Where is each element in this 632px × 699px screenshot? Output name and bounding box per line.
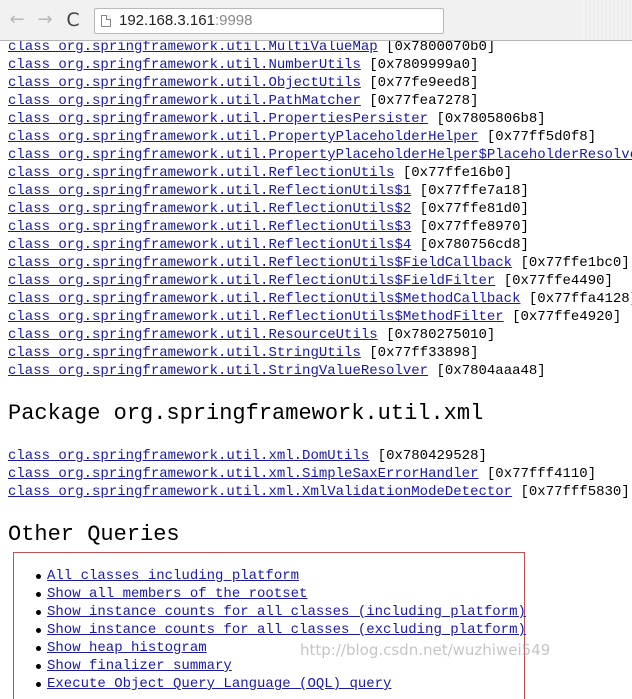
- class-address: [0x77ffe8970]: [419, 219, 529, 235]
- class-row: class org.springframework.util.Propertie…: [8, 110, 632, 128]
- class-row: class org.springframework.util.Reflectio…: [8, 290, 632, 308]
- url-host: 192.168.3.161: [119, 12, 215, 29]
- class-row: class org.springframework.util.Reflectio…: [8, 236, 632, 254]
- class-row: class org.springframework.util.Reflectio…: [8, 164, 632, 182]
- class-row: class org.springframework.util.StringUti…: [8, 344, 632, 362]
- query-item: Execute Object Query Language (OQL) quer…: [34, 675, 526, 693]
- package-heading: Package org.springframework.util.xml: [8, 401, 484, 426]
- class-address: [0x77ffe4490]: [503, 273, 613, 289]
- class-link[interactable]: class org.springframework.util.Reflectio…: [8, 219, 411, 235]
- class-row: class org.springframework.util.Reflectio…: [8, 182, 632, 200]
- class-address: [0x77ff5d0f8]: [486, 129, 597, 145]
- class-row: class org.springframework.util.ObjectUti…: [8, 74, 632, 92]
- class-link[interactable]: class org.springframework.util.Reflectio…: [8, 201, 411, 217]
- class-link[interactable]: class org.springframework.util.Reflectio…: [8, 183, 411, 199]
- query-item: Show finalizer summary: [34, 657, 526, 675]
- query-link[interactable]: Show instance counts for all classes (ex…: [47, 622, 526, 638]
- class-link[interactable]: class org.springframework.util.Reflectio…: [8, 273, 495, 289]
- query-link[interactable]: Show instance counts for all classes (in…: [47, 604, 526, 620]
- class-link[interactable]: class org.springframework.util.xml.Simpl…: [8, 466, 478, 482]
- url-port: :9998: [214, 12, 253, 29]
- class-row: class org.springframework.util.Reflectio…: [8, 200, 632, 218]
- class-row: class org.springframework.util.PropertyP…: [8, 128, 632, 146]
- other-queries-heading: Other Queries: [8, 522, 180, 547]
- class-link[interactable]: class org.springframework.util.StringUti…: [8, 345, 361, 361]
- query-link[interactable]: Execute Object Query Language (OQL) quer…: [47, 676, 391, 692]
- reload-icon[interactable]: C: [62, 9, 84, 31]
- class-list-util: class org.springframework.util.MultiValu…: [8, 41, 632, 380]
- class-address: [0x7809999a0]: [369, 57, 479, 73]
- address-url: 192.168.3.161:9998: [119, 9, 252, 33]
- class-address: [0x77ff33898]: [369, 345, 479, 361]
- class-link[interactable]: class org.springframework.util.PathMatch…: [8, 93, 361, 109]
- query-link[interactable]: Show finalizer summary: [47, 658, 232, 674]
- class-row: class org.springframework.util.PathMatch…: [8, 92, 632, 110]
- back-arrow-icon[interactable]: ←: [6, 9, 28, 31]
- class-link[interactable]: class org.springframework.util.xml.XmlVa…: [8, 484, 512, 500]
- class-address: [0x77ffe81d0]: [419, 201, 529, 217]
- class-row: class org.springframework.util.xml.Simpl…: [8, 465, 630, 483]
- class-link[interactable]: class org.springframework.util.PropertyP…: [8, 147, 632, 163]
- class-address: [0x780275010]: [386, 327, 496, 343]
- class-row: class org.springframework.util.NumberUti…: [8, 56, 632, 74]
- class-link[interactable]: class org.springframework.util.ObjectUti…: [8, 75, 361, 91]
- class-link[interactable]: class org.springframework.util.StringVal…: [8, 363, 428, 379]
- class-row: class org.springframework.util.xml.XmlVa…: [8, 483, 630, 501]
- class-link[interactable]: class org.springframework.util.NumberUti…: [8, 57, 361, 73]
- class-link[interactable]: class org.springframework.util.Reflectio…: [8, 237, 411, 253]
- class-row: class org.springframework.util.ResourceU…: [8, 326, 632, 344]
- page-content: class org.springframework.util.MultiValu…: [0, 41, 632, 699]
- class-row: class org.springframework.util.PropertyP…: [8, 146, 632, 164]
- class-link[interactable]: class org.springframework.util.PropertyP…: [8, 129, 478, 145]
- class-row: class org.springframework.util.xml.DomUt…: [8, 447, 630, 465]
- class-row: class org.springframework.util.StringVal…: [8, 362, 632, 380]
- query-link[interactable]: Show heap histogram: [47, 640, 207, 656]
- class-link[interactable]: class org.springframework.util.Reflectio…: [8, 165, 394, 181]
- other-queries-list: All classes including platform Show all m…: [34, 567, 526, 693]
- class-link[interactable]: class org.springframework.util.Reflectio…: [8, 255, 512, 271]
- query-item: Show instance counts for all classes (in…: [34, 603, 526, 621]
- browser-toolbar: ← → C 192.168.3.161:9998: [0, 0, 632, 41]
- class-address: [0x77ffe4920]: [512, 309, 622, 325]
- class-address: [0x7804aaa48]: [436, 363, 546, 379]
- class-list-util-xml: class org.springframework.util.xml.DomUt…: [8, 447, 630, 501]
- class-link[interactable]: class org.springframework.util.xml.DomUt…: [8, 448, 369, 464]
- class-address: [0x77ffa4128]: [528, 291, 632, 307]
- class-row: class org.springframework.util.Reflectio…: [8, 254, 632, 272]
- class-row: class org.springframework.util.Reflectio…: [8, 272, 632, 290]
- query-item: Show all members of the rootset: [34, 585, 526, 603]
- page-icon: [101, 15, 111, 27]
- class-address: [0x77fff5830]: [520, 484, 630, 500]
- query-item: All classes including platform: [34, 567, 526, 585]
- query-item: Show instance counts for all classes (ex…: [34, 621, 526, 639]
- watermark: http://blog.csdn.net/wuzhiwei549: [300, 641, 551, 659]
- class-address: [0x7805806b8]: [436, 111, 546, 127]
- class-address: [0x77ffe16b0]: [402, 165, 513, 181]
- class-link[interactable]: class org.springframework.util.Propertie…: [8, 111, 428, 127]
- class-link[interactable]: class org.springframework.util.Reflectio…: [8, 291, 520, 307]
- class-link[interactable]: class org.springframework.util.MultiValu…: [8, 41, 378, 55]
- query-link[interactable]: All classes including platform: [47, 568, 299, 584]
- class-address: [0x780756cd8]: [419, 237, 529, 253]
- class-address: [0x77fea7278]: [369, 93, 479, 109]
- class-address: [0x7800070b0]: [386, 41, 496, 55]
- forward-arrow-icon[interactable]: →: [34, 9, 56, 31]
- class-row: class org.springframework.util.MultiValu…: [8, 41, 632, 56]
- class-link[interactable]: class org.springframework.util.ResourceU…: [8, 327, 378, 343]
- address-bar[interactable]: 192.168.3.161:9998: [94, 8, 444, 34]
- toolbar-right-edge: [583, 0, 632, 40]
- class-address: [0x77ffe1bc0]: [520, 255, 630, 271]
- class-address: [0x77fe9eed8]: [369, 75, 479, 91]
- class-link[interactable]: class org.springframework.util.Reflectio…: [8, 309, 504, 325]
- query-link[interactable]: Show all members of the rootset: [47, 586, 307, 602]
- class-address: [0x77ffe7a18]: [419, 183, 529, 199]
- class-address: [0x77fff4110]: [486, 466, 597, 482]
- class-row: class org.springframework.util.Reflectio…: [8, 218, 632, 236]
- class-address: [0x780429528]: [377, 448, 487, 464]
- class-row: class org.springframework.util.Reflectio…: [8, 308, 632, 326]
